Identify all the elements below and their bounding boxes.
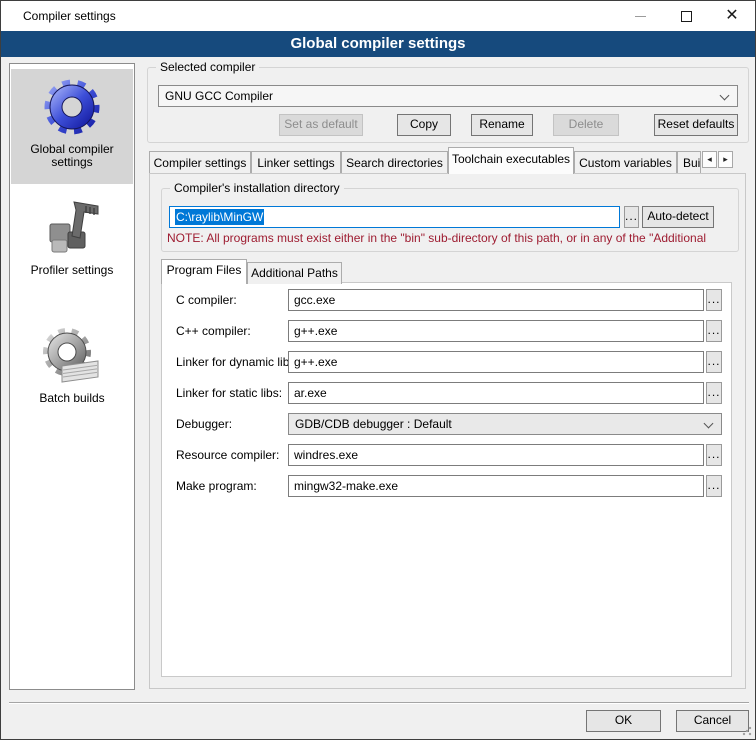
cancel-button[interactable]: Cancel xyxy=(676,710,749,732)
subtab-additional-paths[interactable]: Additional Paths xyxy=(247,262,342,284)
close-button[interactable]: ✕ xyxy=(715,3,749,29)
cpp-compiler-browse-button[interactable]: ... xyxy=(706,320,722,342)
linker-dynamic-input[interactable]: g++.exe xyxy=(288,351,704,373)
debugger-select[interactable]: GDB/CDB debugger : Default xyxy=(288,413,722,435)
minimize-button xyxy=(623,3,657,29)
resize-grip[interactable] xyxy=(742,726,752,736)
maximize-icon xyxy=(681,11,692,22)
installation-note: NOTE: All programs must exist either in … xyxy=(167,231,737,245)
subtab-program-files[interactable]: Program Files xyxy=(161,259,247,284)
linker-dynamic-browse-button[interactable]: ... xyxy=(706,351,722,373)
caliper-icon xyxy=(40,196,104,260)
gear-blue-icon xyxy=(40,75,104,139)
c-compiler-browse-button[interactable]: ... xyxy=(706,289,722,311)
dialog-header: Global compiler settings xyxy=(1,31,755,57)
compiler-select-value: GNU GCC Compiler xyxy=(165,89,273,103)
tab-linker-settings[interactable]: Linker settings xyxy=(251,151,341,174)
debugger-select-value: GDB/CDB debugger : Default xyxy=(295,417,452,431)
cpp-compiler-input[interactable]: g++.exe xyxy=(288,320,704,342)
installation-directory-input[interactable]: C:\raylib\MinGW xyxy=(169,206,620,228)
compiler-select[interactable]: GNU GCC Compiler xyxy=(158,85,738,107)
tab-compiler-settings[interactable]: Compiler settings xyxy=(149,151,251,174)
linker-static-browse-button[interactable]: ... xyxy=(706,382,722,404)
compiler-settings-dialog: Compiler settings ✕ Global compiler sett… xyxy=(0,0,756,740)
footer-separator xyxy=(9,702,749,704)
auto-detect-button[interactable]: Auto-detect xyxy=(642,206,714,228)
c-compiler-input[interactable]: gcc.exe xyxy=(288,289,704,311)
installation-directory-value: C:\raylib\MinGW xyxy=(175,209,264,225)
gear-stack-icon xyxy=(40,324,104,388)
sidebar-item-label: Batch builds xyxy=(11,390,133,411)
tab-custom-variables[interactable]: Custom variables xyxy=(574,151,677,174)
chevron-down-icon xyxy=(704,419,714,429)
sidebar-item-label: Profiler settings xyxy=(11,262,133,283)
maximize-button[interactable] xyxy=(669,3,703,29)
sidebar-item-batch-builds[interactable]: Batch builds xyxy=(11,318,133,423)
selected-compiler-legend: Selected compiler xyxy=(156,60,259,74)
make-program-browse-button[interactable]: ... xyxy=(706,475,722,497)
tab-scroll-right-button[interactable]: ▸ xyxy=(718,151,733,168)
resource-compiler-input[interactable]: windres.exe xyxy=(288,444,704,466)
cpp-compiler-label: C++ compiler: xyxy=(176,320,251,342)
sidebar-item-profiler-settings[interactable]: Profiler settings xyxy=(11,190,133,300)
delete-button: Delete xyxy=(553,114,619,136)
window-title: Compiler settings xyxy=(23,9,116,23)
set-as-default-button: Set as default xyxy=(279,114,363,136)
linker-static-label: Linker for static libs: xyxy=(176,382,282,404)
settings-category-list: Global compiler settings Profiler settin… xyxy=(9,63,135,690)
tab-build-options[interactable]: Build options xyxy=(677,151,701,174)
linker-static-input[interactable]: ar.exe xyxy=(288,382,704,404)
installation-directory-browse-button[interactable]: ... xyxy=(624,206,639,228)
make-program-input[interactable]: mingw32-make.exe xyxy=(288,475,704,497)
c-compiler-label: C compiler: xyxy=(176,289,237,311)
rename-button[interactable]: Rename xyxy=(471,114,533,136)
tab-scroll-left-button[interactable]: ◂ xyxy=(702,151,717,168)
debugger-label: Debugger: xyxy=(176,413,232,435)
arrow-right-icon: ▸ xyxy=(723,154,728,164)
sidebar-item-global-compiler-settings[interactable]: Global compiler settings xyxy=(11,69,133,184)
minimize-icon xyxy=(635,16,646,17)
reset-defaults-button[interactable]: Reset defaults xyxy=(654,114,738,136)
ok-button[interactable]: OK xyxy=(586,710,661,732)
resource-compiler-label: Resource compiler: xyxy=(176,444,279,466)
tab-search-directories[interactable]: Search directories xyxy=(341,151,448,174)
tab-toolchain-executables[interactable]: Toolchain executables xyxy=(448,147,574,174)
sidebar-item-label: Global compiler settings xyxy=(11,141,133,175)
chevron-down-icon xyxy=(720,91,730,101)
copy-button[interactable]: Copy xyxy=(397,114,451,136)
arrow-left-icon: ◂ xyxy=(707,154,712,164)
linker-dynamic-label: Linker for dynamic libs: xyxy=(176,351,299,373)
close-icon: ✕ xyxy=(725,7,738,24)
installation-directory-legend: Compiler's installation directory xyxy=(170,181,344,195)
resource-compiler-browse-button[interactable]: ... xyxy=(706,444,722,466)
title-bar: Compiler settings ✕ xyxy=(1,1,755,31)
make-program-label: Make program: xyxy=(176,475,257,497)
